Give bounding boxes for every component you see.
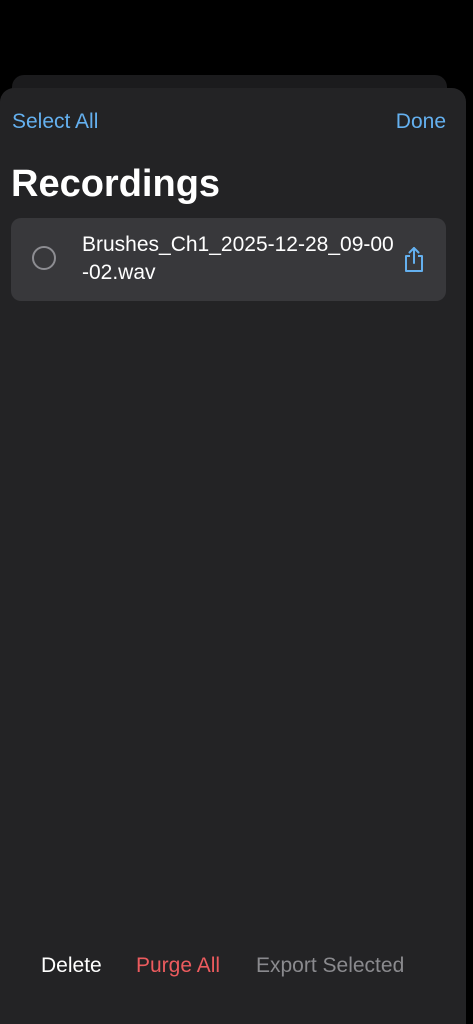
share-icon[interactable] — [402, 246, 426, 274]
recording-filename: Brushes_Ch1_2025-12-28_09-00-02.wav — [82, 233, 394, 284]
purge-all-button[interactable]: Purge All — [136, 952, 220, 980]
export-selected-button[interactable]: Export Selected — [256, 952, 404, 980]
select-all-button[interactable]: Select All — [12, 108, 98, 136]
select-radio-icon[interactable] — [32, 246, 56, 270]
recording-row[interactable]: Brushes_Ch1_2025-12-28_09-00-02.wav — [11, 218, 446, 301]
recordings-screen: Select All Done Recordings Brushes_Ch1_2… — [0, 0, 473, 1024]
page-title: Recordings — [11, 163, 221, 205]
done-button[interactable]: Done — [396, 108, 446, 136]
delete-button[interactable]: Delete — [41, 952, 102, 980]
